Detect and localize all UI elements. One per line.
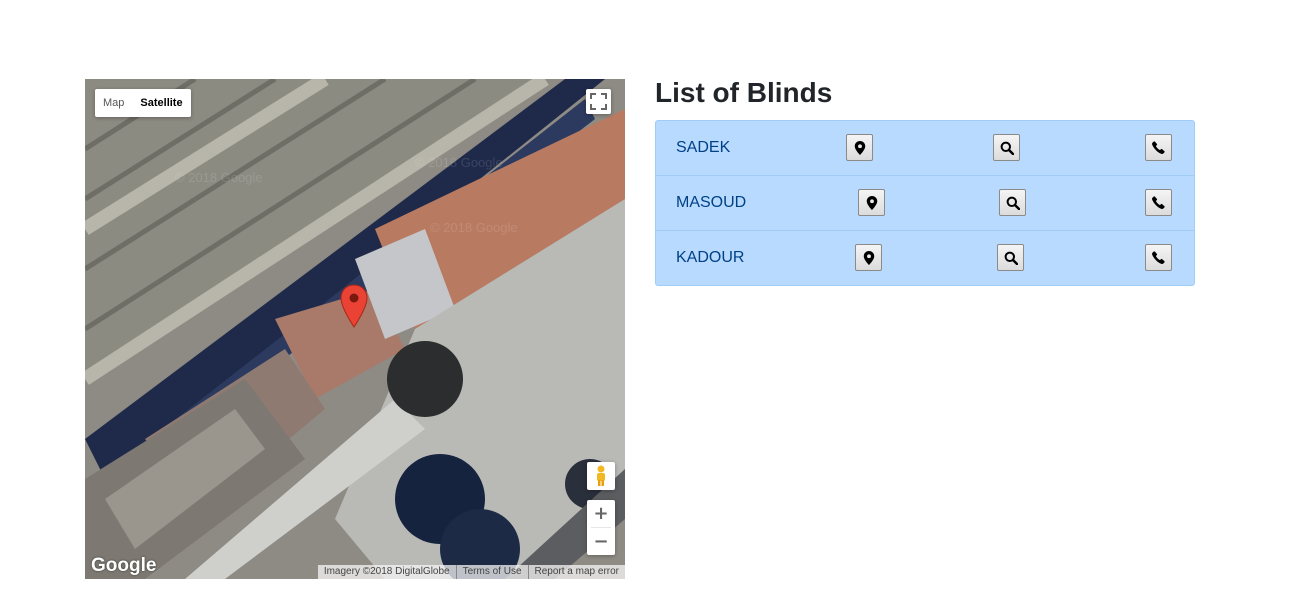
search-button[interactable] <box>999 189 1026 216</box>
fullscreen-icon <box>590 93 607 110</box>
phone-icon <box>1152 251 1165 264</box>
svg-text:© 2018 Google: © 2018 Google <box>415 155 503 170</box>
map-pin-icon <box>866 195 877 210</box>
search-button[interactable] <box>993 134 1020 161</box>
search-icon <box>1004 251 1018 265</box>
map-marker[interactable] <box>340 284 368 333</box>
report-map-error-link[interactable]: Report a map error <box>527 565 625 579</box>
map-pin-icon <box>863 250 874 265</box>
zoom-in-button[interactable]: + <box>587 500 615 527</box>
map-pin-icon <box>854 140 865 155</box>
locate-button[interactable] <box>846 134 873 161</box>
map-attribution: Imagery ©2018 DigitalGlobe Terms of Use … <box>317 565 625 579</box>
map-marker-icon <box>340 284 368 328</box>
locate-button[interactable] <box>855 244 882 271</box>
search-button[interactable] <box>997 244 1024 271</box>
terms-of-use-link[interactable]: Terms of Use <box>455 565 528 579</box>
phone-icon <box>1152 196 1165 209</box>
list-title: List of Blinds <box>655 77 833 108</box>
map-view[interactable]: © 2018 Google © 2018 Google © 2018 Googl… <box>85 79 625 579</box>
fullscreen-button[interactable] <box>586 89 611 114</box>
pegman-icon <box>597 465 605 486</box>
svg-text:© 2018 Google: © 2018 Google <box>430 220 518 235</box>
call-button[interactable] <box>1145 134 1172 161</box>
blind-name: MASOUD <box>676 194 747 211</box>
map-type-control: Map Satellite <box>95 89 191 117</box>
list-item: MASOUD <box>656 175 1194 230</box>
call-button[interactable] <box>1145 189 1172 216</box>
map-type-satellite-button[interactable]: Satellite <box>132 89 190 117</box>
zoom-out-button[interactable]: − <box>587 528 615 555</box>
google-logo[interactable]: Google <box>91 555 156 577</box>
blind-name: SADEK <box>676 139 731 156</box>
map-type-map-button[interactable]: Map <box>95 89 132 117</box>
blinds-list: SADEK MASOUD KADOUR <box>655 120 1195 286</box>
call-button[interactable] <box>1145 244 1172 271</box>
imagery-attribution: Imagery ©2018 DigitalGlobe <box>323 566 450 577</box>
list-item: KADOUR <box>656 230 1194 285</box>
search-icon <box>1000 141 1014 155</box>
zoom-control: + − <box>587 500 615 555</box>
svg-text:© 2018 Google: © 2018 Google <box>175 170 263 185</box>
locate-button[interactable] <box>858 189 885 216</box>
list-item: SADEK <box>656 121 1194 175</box>
search-icon <box>1006 196 1020 210</box>
phone-icon <box>1152 141 1165 154</box>
blind-name: KADOUR <box>676 249 745 266</box>
street-view-pegman-button[interactable] <box>587 462 615 490</box>
